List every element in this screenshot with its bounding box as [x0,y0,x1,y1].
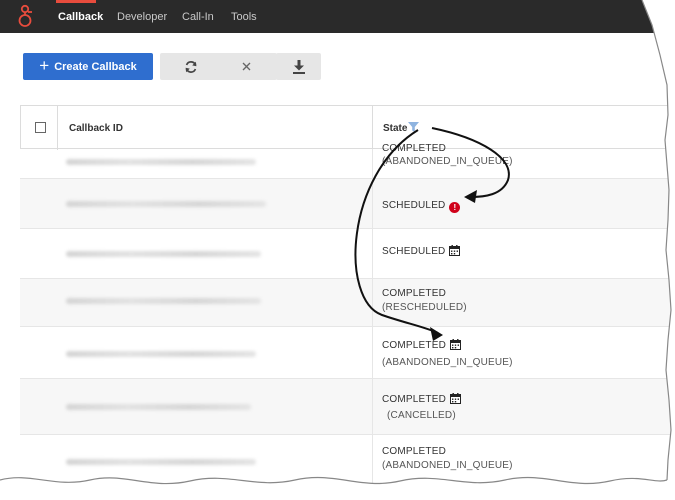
redacted-callback-id [66,159,256,165]
download-icon [292,59,305,74]
refresh-icon [185,60,196,73]
column-divider [372,179,373,228]
redacted-callback-id [66,404,251,410]
table-row[interactable]: COMPLETED (CANCELLED) [20,379,675,435]
nav-item-tools[interactable]: Tools [231,11,257,23]
state-label: COMPLETED [382,340,447,351]
table-row[interactable]: SCHEDULED! [20,179,675,229]
app-logo-icon[interactable] [16,3,34,31]
state-text: SCHEDULED! [382,200,461,213]
redacted-callback-id [66,201,266,207]
table-row[interactable]: COMPLETED (RESCHEDULED) [20,279,675,327]
top-nav-bar: Callback Developer Call-In Tools [0,0,675,33]
nav-item-callback[interactable]: Callback [58,11,103,23]
column-divider [57,106,58,150]
column-divider [372,106,373,150]
state-text: COMPLETED [382,143,447,154]
state-text: COMPLETED [382,446,447,457]
nav-item-call-in[interactable]: Call-In [182,11,214,23]
column-divider [372,327,373,378]
nav-item-developer[interactable]: Developer [117,11,167,23]
table-row[interactable]: COMPLETED (ABANDONED_IN_QUEUE) [20,143,675,179]
filter-icon[interactable] [408,122,419,132]
state-label: COMPLETED [382,394,447,405]
state-label: SCHEDULED [382,200,446,211]
alert-icon: ! [449,202,461,213]
calendar-icon [450,393,462,404]
nav-active-indicator [56,0,96,3]
state-text: COMPLETED [382,393,462,405]
plus-icon: + [39,55,50,75]
state-subtext: (RESCHEDULED) [382,302,467,313]
table-row[interactable]: COMPLETED (ABANDONED_IN_QUEUE) [20,435,675,495]
refresh-button[interactable] [160,53,221,80]
calendar-icon [450,339,462,350]
table-row[interactable]: SCHEDULED [20,229,675,279]
column-divider [372,279,373,326]
state-subtext: (ABANDONED_IN_QUEUE) [382,460,513,471]
state-text: SCHEDULED [382,245,461,257]
table-header: Callback ID State [20,105,675,150]
create-callback-label: Create Callback [54,60,137,73]
state-label: SCHEDULED [382,246,446,257]
create-callback-button[interactable]: + Create Callback [23,53,153,80]
calendar-icon [449,245,461,256]
app-frame: Callback Developer Call-In Tools + Creat… [0,0,675,500]
column-divider [372,149,373,178]
redacted-callback-id [66,298,261,304]
redacted-callback-id [66,351,256,357]
state-subtext: (ABANDONED_IN_QUEUE) [382,156,513,167]
column-divider [372,379,373,434]
state-text: COMPLETED [382,288,447,299]
close-icon [242,62,251,71]
column-divider [372,229,373,278]
state-subtext: (ABANDONED_IN_QUEUE) [382,357,513,368]
redacted-callback-id [66,459,256,465]
state-subtext: (CANCELLED) [387,410,456,421]
redacted-callback-id [66,251,261,257]
state-text: COMPLETED [382,339,462,351]
column-divider [372,435,373,494]
header-callback-id[interactable]: Callback ID [69,123,123,134]
cancel-button[interactable] [216,53,277,80]
select-all-checkbox[interactable] [35,122,46,133]
header-state[interactable]: State [383,123,407,134]
download-button[interactable] [276,53,321,80]
table-row[interactable]: COMPLETED (ABANDONED_IN_QUEUE) [20,327,675,379]
